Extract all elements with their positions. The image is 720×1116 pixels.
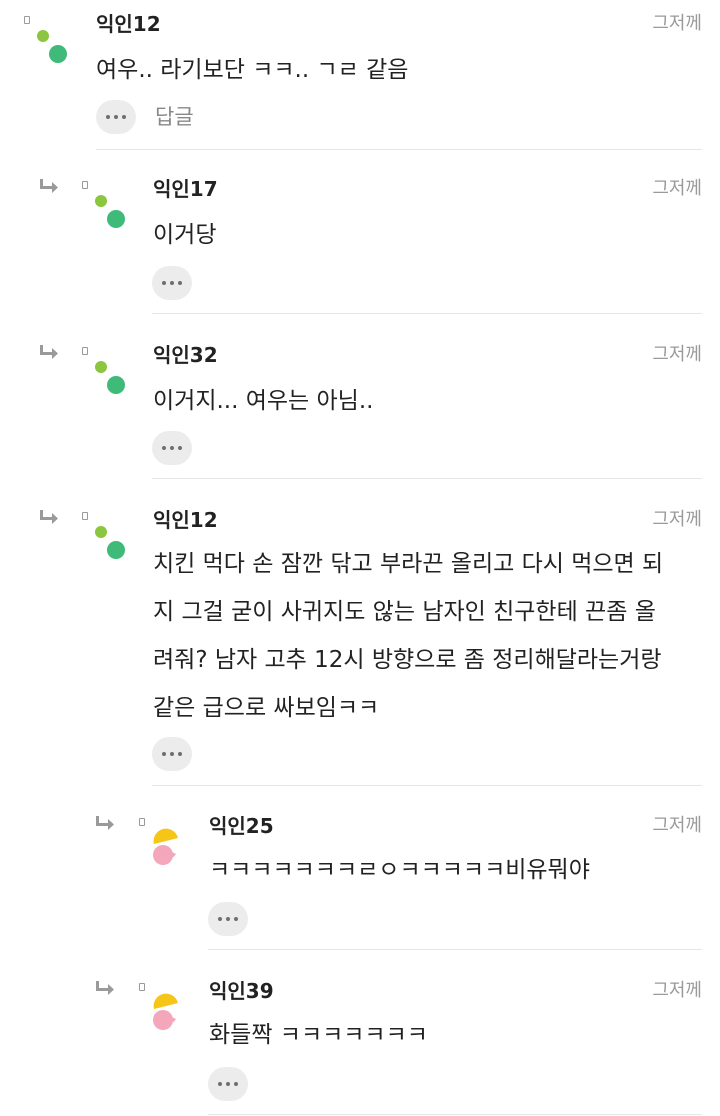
more-dots-icon — [106, 115, 110, 119]
comment-item: 익인25 그저께 ㅋㅋㅋㅋㅋㅋㅋㄹㅇㅋㅋㅋㅋㅋ비유뭐야 — [0, 814, 720, 954]
timestamp: 그저께 — [652, 815, 702, 836]
author-name: 익인32 — [153, 343, 218, 367]
indicator-icon — [82, 512, 88, 520]
comment-line: 지 그걸 굳이 사귀지도 않는 남자인 친구한테 끈좀 올 — [153, 599, 656, 625]
more-button[interactable] — [152, 431, 192, 465]
indicator-icon — [82, 347, 88, 355]
timestamp: 그저께 — [652, 509, 702, 530]
timestamp: 그저께 — [652, 13, 702, 34]
divider — [152, 478, 702, 479]
more-dots-icon — [162, 446, 166, 450]
comment-text: 이거당 — [153, 222, 217, 248]
timestamp: 그저께 — [652, 344, 702, 365]
comment-line: 려줘? 남자 고추 12시 방향으로 좀 정리해달라는거랑 — [153, 647, 662, 673]
avatar — [95, 195, 125, 228]
divider — [152, 785, 702, 786]
indicator-icon — [139, 983, 145, 991]
comment-line: 같은 급으로 싸보임ㅋㅋ — [153, 695, 380, 721]
comment-text: ㅋㅋㅋㅋㅋㅋㅋㄹㅇㅋㅋㅋㅋㅋ비유뭐야 — [209, 857, 590, 883]
reply-arrow-icon — [96, 816, 114, 830]
more-button[interactable] — [152, 737, 192, 771]
more-dots-icon — [162, 752, 166, 756]
author-name: 익인17 — [153, 177, 218, 201]
indicator-icon — [24, 16, 30, 24]
more-dots-icon — [218, 1082, 222, 1086]
reply-arrow-icon — [96, 981, 114, 995]
comment-text: 치킨 먹다 손 잠깐 닦고 부라끈 올리고 다시 먹으면 되 지 그걸 굳이 사… — [153, 540, 663, 732]
author-name: 익인25 — [209, 814, 274, 838]
comment-line: 치킨 먹다 손 잠깐 닦고 부라끈 올리고 다시 먹으면 되 — [153, 551, 664, 577]
more-dots-icon — [162, 281, 166, 285]
reply-button[interactable]: 답글 — [155, 100, 194, 134]
divider — [152, 313, 702, 314]
comment-item: 익인39 그저께 화들짝 ㅋㅋㅋㅋㅋㅋㅋ — [0, 979, 720, 1116]
comment-item: 익인12 그저께 여우.. 라기보단 ㅋㅋ.. ㄱㄹ 같음 답글 — [0, 12, 720, 152]
more-button[interactable] — [96, 100, 136, 134]
divider — [96, 149, 702, 150]
more-button[interactable] — [208, 902, 248, 936]
comment-text: 이거지... 여우는 아님.. — [153, 388, 374, 414]
reply-arrow-icon — [40, 510, 58, 524]
avatar — [37, 30, 67, 63]
author-name: 익인12 — [96, 12, 161, 36]
timestamp: 그저께 — [652, 178, 702, 199]
comment-item: 익인12 그저께 치킨 먹다 손 잠깐 닦고 부라끈 올리고 다시 먹으면 되 … — [0, 508, 720, 788]
more-button[interactable] — [152, 266, 192, 300]
indicator-icon — [139, 818, 145, 826]
timestamp: 그저께 — [652, 980, 702, 1001]
avatar — [95, 526, 125, 559]
more-button[interactable] — [208, 1067, 248, 1101]
author-name: 익인12 — [153, 508, 218, 532]
author-name: 익인39 — [209, 979, 274, 1003]
avatar — [153, 993, 178, 1030]
indicator-icon — [82, 181, 88, 189]
avatar — [95, 361, 125, 394]
comment-text: 여우.. 라기보단 ㅋㅋ.. ㄱㄹ 같음 — [96, 57, 409, 83]
divider — [208, 949, 702, 950]
reply-arrow-icon — [40, 179, 58, 193]
avatar — [153, 828, 178, 865]
comment-item: 익인32 그저께 이거지... 여우는 아님.. — [0, 343, 720, 483]
more-dots-icon — [218, 917, 222, 921]
comment-item: 익인17 그저께 이거당 — [0, 177, 720, 317]
divider — [208, 1114, 702, 1115]
reply-arrow-icon — [40, 345, 58, 359]
comment-text: 화들짝 ㅋㅋㅋㅋㅋㅋㅋ — [209, 1022, 428, 1048]
